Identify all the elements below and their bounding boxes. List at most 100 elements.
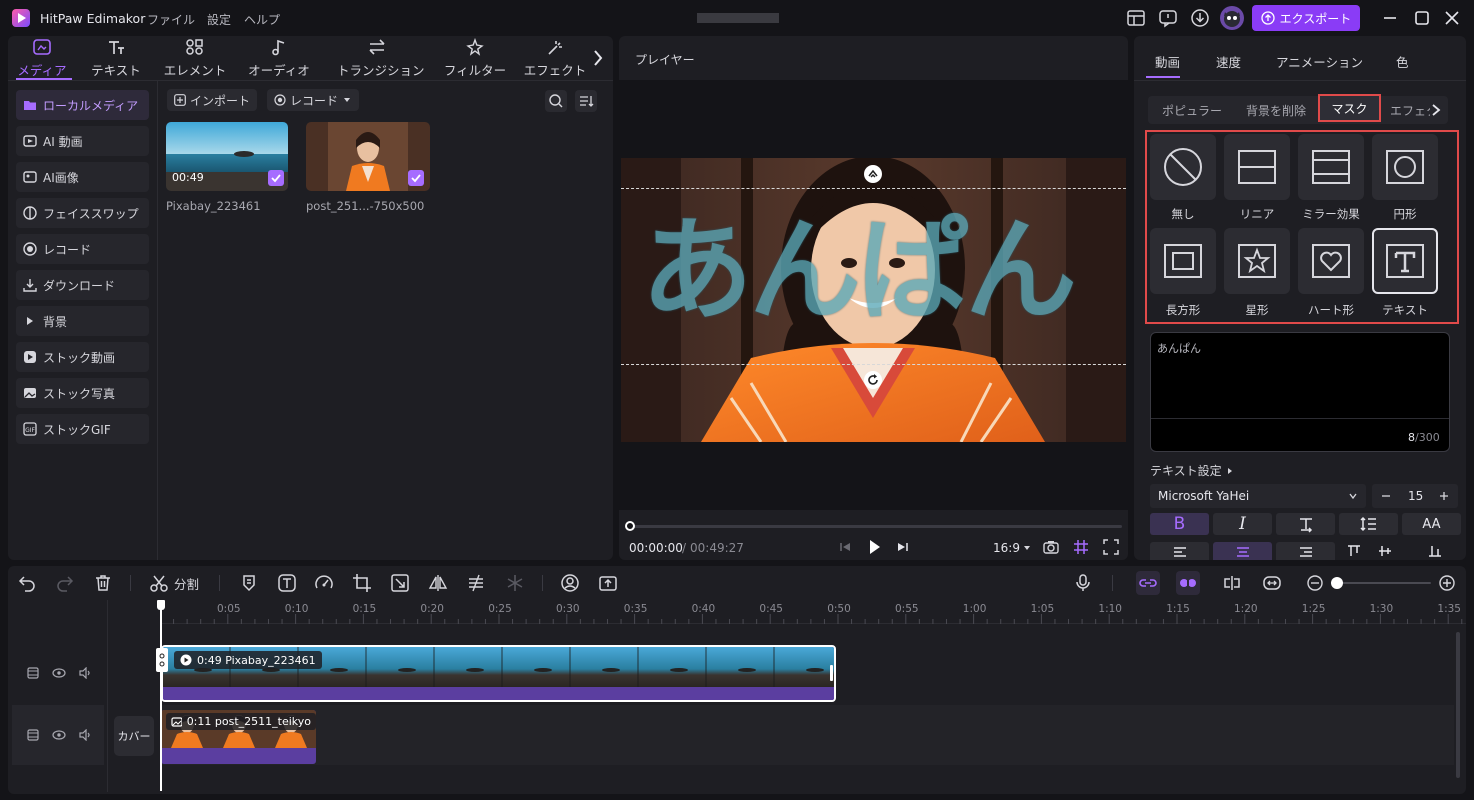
decrease-icon[interactable] bbox=[1379, 489, 1393, 503]
mask-circle[interactable] bbox=[1372, 134, 1438, 200]
sidebar-item-stock-gif[interactable]: GIF ストックGIF bbox=[16, 414, 149, 444]
tab-media[interactable]: メディア bbox=[2, 38, 82, 80]
mask-text[interactable] bbox=[1372, 228, 1438, 294]
mask-star[interactable] bbox=[1224, 228, 1290, 294]
mask-linear[interactable] bbox=[1224, 134, 1290, 200]
sort-icon[interactable] bbox=[575, 90, 597, 112]
search-icon[interactable] bbox=[545, 90, 567, 112]
text-tool-icon[interactable] bbox=[277, 573, 297, 593]
mask-none[interactable] bbox=[1150, 134, 1216, 200]
tab-element[interactable]: エレメント bbox=[155, 38, 235, 80]
tab-animation[interactable]: アニメーション bbox=[1276, 52, 1363, 71]
sidebar-item-background[interactable]: 背景 bbox=[16, 306, 149, 336]
tab-effect[interactable]: エフェクト bbox=[520, 38, 590, 80]
text-settings-toggle[interactable]: テキスト設定 bbox=[1150, 462, 1233, 479]
playback-progress-track[interactable] bbox=[630, 525, 1122, 528]
tab-color[interactable]: 色 bbox=[1396, 52, 1409, 71]
play-icon[interactable] bbox=[864, 537, 884, 557]
next-frame-icon[interactable] bbox=[896, 539, 910, 555]
zoom-out-icon[interactable] bbox=[1305, 573, 1325, 593]
checkbox-checked-icon[interactable] bbox=[268, 170, 284, 186]
zoom-in-icon[interactable] bbox=[1437, 573, 1457, 593]
mask-mirror[interactable] bbox=[1298, 134, 1364, 200]
delete-icon[interactable] bbox=[93, 573, 113, 593]
sidebar-item-stock-photo[interactable]: ストック写真 bbox=[16, 378, 149, 408]
checkbox-checked-icon[interactable] bbox=[408, 170, 424, 186]
text-direction-button[interactable] bbox=[1276, 513, 1335, 535]
microphone-icon[interactable] bbox=[1073, 573, 1093, 593]
export-button[interactable]: エクスポート bbox=[1252, 5, 1360, 31]
subtab-mask[interactable]: マスク bbox=[1318, 94, 1381, 122]
zoom-slider-knob[interactable] bbox=[1331, 577, 1343, 589]
split-button[interactable]: 分割 bbox=[149, 573, 199, 593]
aspect-ratio-dropdown[interactable]: 16:9 bbox=[993, 541, 1031, 555]
sidebar-item-ai-image[interactable]: AI画像 bbox=[16, 162, 149, 192]
subtab-next-arrow-icon[interactable] bbox=[1429, 102, 1443, 118]
track-visibility-icon[interactable] bbox=[51, 666, 67, 680]
timeline-playhead[interactable] bbox=[160, 603, 162, 791]
track-lock-icon[interactable] bbox=[25, 728, 41, 742]
tab-speed[interactable]: 速度 bbox=[1216, 52, 1241, 71]
layout-icon[interactable] bbox=[1126, 8, 1146, 28]
zoom-slider-track[interactable] bbox=[1332, 582, 1431, 584]
timeline-vertical-scrollbar[interactable] bbox=[1456, 632, 1460, 778]
tab-audio[interactable]: オーディオ bbox=[239, 38, 319, 80]
line-spacing-button[interactable] bbox=[1339, 513, 1398, 535]
minimize-icon[interactable] bbox=[1380, 8, 1400, 28]
align-left-button[interactable] bbox=[1150, 542, 1209, 560]
font-size-value[interactable]: 15 bbox=[1408, 489, 1423, 503]
menu-file[interactable]: ファイル bbox=[147, 11, 195, 28]
align-top-button[interactable] bbox=[1339, 542, 1368, 560]
freeze-icon[interactable] bbox=[505, 573, 525, 593]
sidebar-item-record[interactable]: レコード bbox=[16, 234, 149, 264]
italic-button[interactable]: I bbox=[1213, 513, 1272, 535]
tab-text[interactable]: テキスト bbox=[76, 38, 156, 80]
feedback-icon[interactable] bbox=[1158, 8, 1178, 28]
media-thumb-pixabay[interactable]: 00:49 bbox=[166, 122, 288, 191]
sidebar-item-ai-video[interactable]: AI 動画 bbox=[16, 126, 149, 156]
track-volume-icon[interactable] bbox=[77, 728, 93, 742]
snapshot-icon[interactable] bbox=[1042, 538, 1060, 556]
increase-icon[interactable] bbox=[1437, 489, 1451, 503]
split-audio-icon[interactable] bbox=[1222, 573, 1242, 593]
mask-move-handle-icon[interactable] bbox=[864, 165, 882, 183]
sidebar-item-faceswap[interactable]: フェイススワップ bbox=[16, 198, 149, 228]
track-lock-icon[interactable] bbox=[25, 666, 41, 680]
tab-video[interactable]: 動画 bbox=[1155, 52, 1180, 71]
undo-icon[interactable] bbox=[17, 573, 37, 593]
cover-button[interactable]: カバー bbox=[114, 716, 154, 756]
clip-trim-handle-right[interactable] bbox=[830, 665, 833, 681]
sidebar-item-stock-video[interactable]: ストック動画 bbox=[16, 342, 149, 372]
previous-frame-icon[interactable] bbox=[838, 539, 852, 555]
flip-icon[interactable] bbox=[428, 573, 448, 593]
maximize-icon[interactable] bbox=[1412, 8, 1432, 28]
menu-help[interactable]: ヘルプ bbox=[244, 11, 280, 28]
tab-transition[interactable]: トランジション bbox=[337, 38, 425, 80]
export-clip-icon[interactable] bbox=[598, 573, 618, 593]
face-tool-icon[interactable] bbox=[560, 573, 580, 593]
tab-filter[interactable]: フィルター bbox=[435, 38, 515, 80]
subtab-remove-bg[interactable]: 背景を削除 bbox=[1246, 102, 1306, 119]
align-center-button[interactable] bbox=[1213, 542, 1272, 560]
tabs-next-arrow-icon[interactable] bbox=[588, 46, 608, 70]
video-preview[interactable]: あんぱん bbox=[621, 158, 1126, 442]
download-icon[interactable] bbox=[1190, 8, 1210, 28]
align-right-button[interactable] bbox=[1276, 542, 1335, 560]
adjust-icon[interactable] bbox=[466, 573, 486, 593]
menu-settings[interactable]: 設定 bbox=[207, 11, 231, 28]
crop-icon[interactable] bbox=[352, 573, 372, 593]
close-icon[interactable] bbox=[1442, 8, 1462, 28]
speed-icon[interactable] bbox=[314, 573, 334, 593]
fullscreen-icon[interactable] bbox=[1102, 538, 1120, 556]
redo-icon[interactable] bbox=[55, 573, 75, 593]
mask-rectangle[interactable] bbox=[1150, 228, 1216, 294]
avatar[interactable] bbox=[1220, 6, 1244, 30]
bold-button[interactable]: B bbox=[1150, 513, 1209, 535]
record-dropdown[interactable]: レコード bbox=[267, 89, 360, 111]
media-thumb-post[interactable] bbox=[306, 122, 430, 191]
mask-rotate-handle-icon[interactable] bbox=[864, 371, 882, 389]
resize-icon[interactable] bbox=[390, 573, 410, 593]
magnet-icon[interactable] bbox=[1176, 571, 1200, 595]
font-select[interactable]: Microsoft YaHei bbox=[1150, 484, 1366, 508]
mask-tool-icon[interactable] bbox=[239, 573, 259, 593]
